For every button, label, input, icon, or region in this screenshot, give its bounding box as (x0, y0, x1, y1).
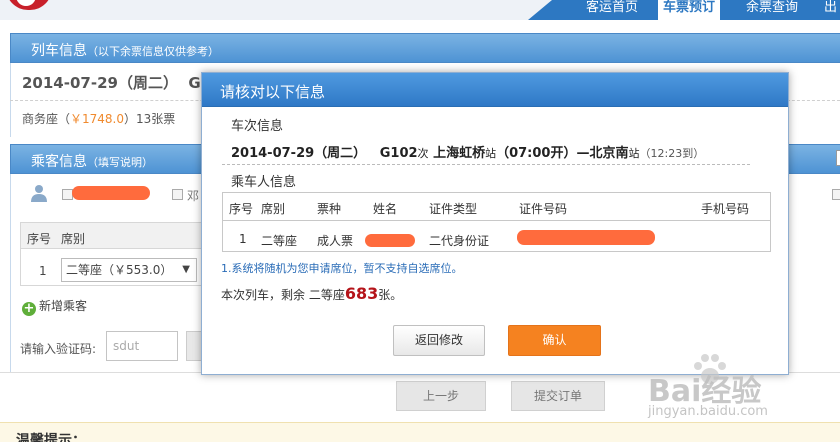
main-nav: 客运首页 车票预订 余票查询 出 (528, 0, 840, 20)
nav-item-home[interactable]: 客运首页 (586, 0, 638, 20)
watermark-url: jingyan.baidu.com (648, 404, 768, 419)
row-no: 1 (239, 232, 247, 246)
passenger-confirm-table-header: 序号 席别 票种 姓名 证件类型 证件号码 手机号码 (223, 193, 770, 221)
row-id-type: 二代身份证 (429, 234, 490, 248)
dashed-divider (222, 164, 750, 165)
col-header-ticket-type: 票种 (317, 202, 342, 216)
row-ticket-type: 成人票 (317, 234, 354, 248)
train-summary: 2014-07-29（周二） G102次 上海虹桥站（07:00开）—北京南站（… (231, 146, 705, 161)
back-to-edit-button[interactable]: 返回修改 (393, 325, 485, 356)
nav-item-booking[interactable]: 车票预订 (658, 0, 721, 20)
row-seat: 二等座 (261, 234, 298, 248)
remaining-tickets: 本次列车，剩余 二等座683张。 (221, 284, 403, 303)
col-header-id-type: 证件类型 (429, 202, 478, 216)
col-header-id-number: 证件号码 (519, 202, 568, 216)
redacted-name (365, 234, 415, 247)
col-header-no: 序号 (229, 202, 254, 216)
confirm-dialog: 请核对以下信息 车次信息 2014-07-29（周二） G102次 上海虹桥站（… (201, 72, 789, 375)
redacted-id-number (517, 230, 655, 245)
confirm-button[interactable]: 确认 (508, 325, 601, 356)
col-header-name: 姓名 (373, 202, 398, 216)
dialog-title: 请核对以下信息 (220, 83, 326, 101)
dialog-header: 请核对以下信息 (202, 73, 788, 107)
random-seat-note: 1.系统将随机为您申请席位，暂不支持自选席位。 (221, 262, 463, 275)
passenger-confirm-table: 序号 席别 票种 姓名 证件类型 证件号码 手机号码 1 二等座 成人票 二代身… (222, 192, 771, 252)
nav-item-more[interactable]: 出 (824, 0, 837, 20)
col-header-seat: 席别 (261, 202, 286, 216)
col-header-phone: 手机号码 (701, 202, 750, 216)
passenger-info-heading: 乘车人信息 (231, 175, 297, 190)
train-info-heading: 车次信息 (231, 119, 284, 134)
nav-item-query[interactable]: 余票查询 (746, 0, 798, 20)
top-bar: 客运首页 车票预订 余票查询 出 (0, 0, 840, 20)
